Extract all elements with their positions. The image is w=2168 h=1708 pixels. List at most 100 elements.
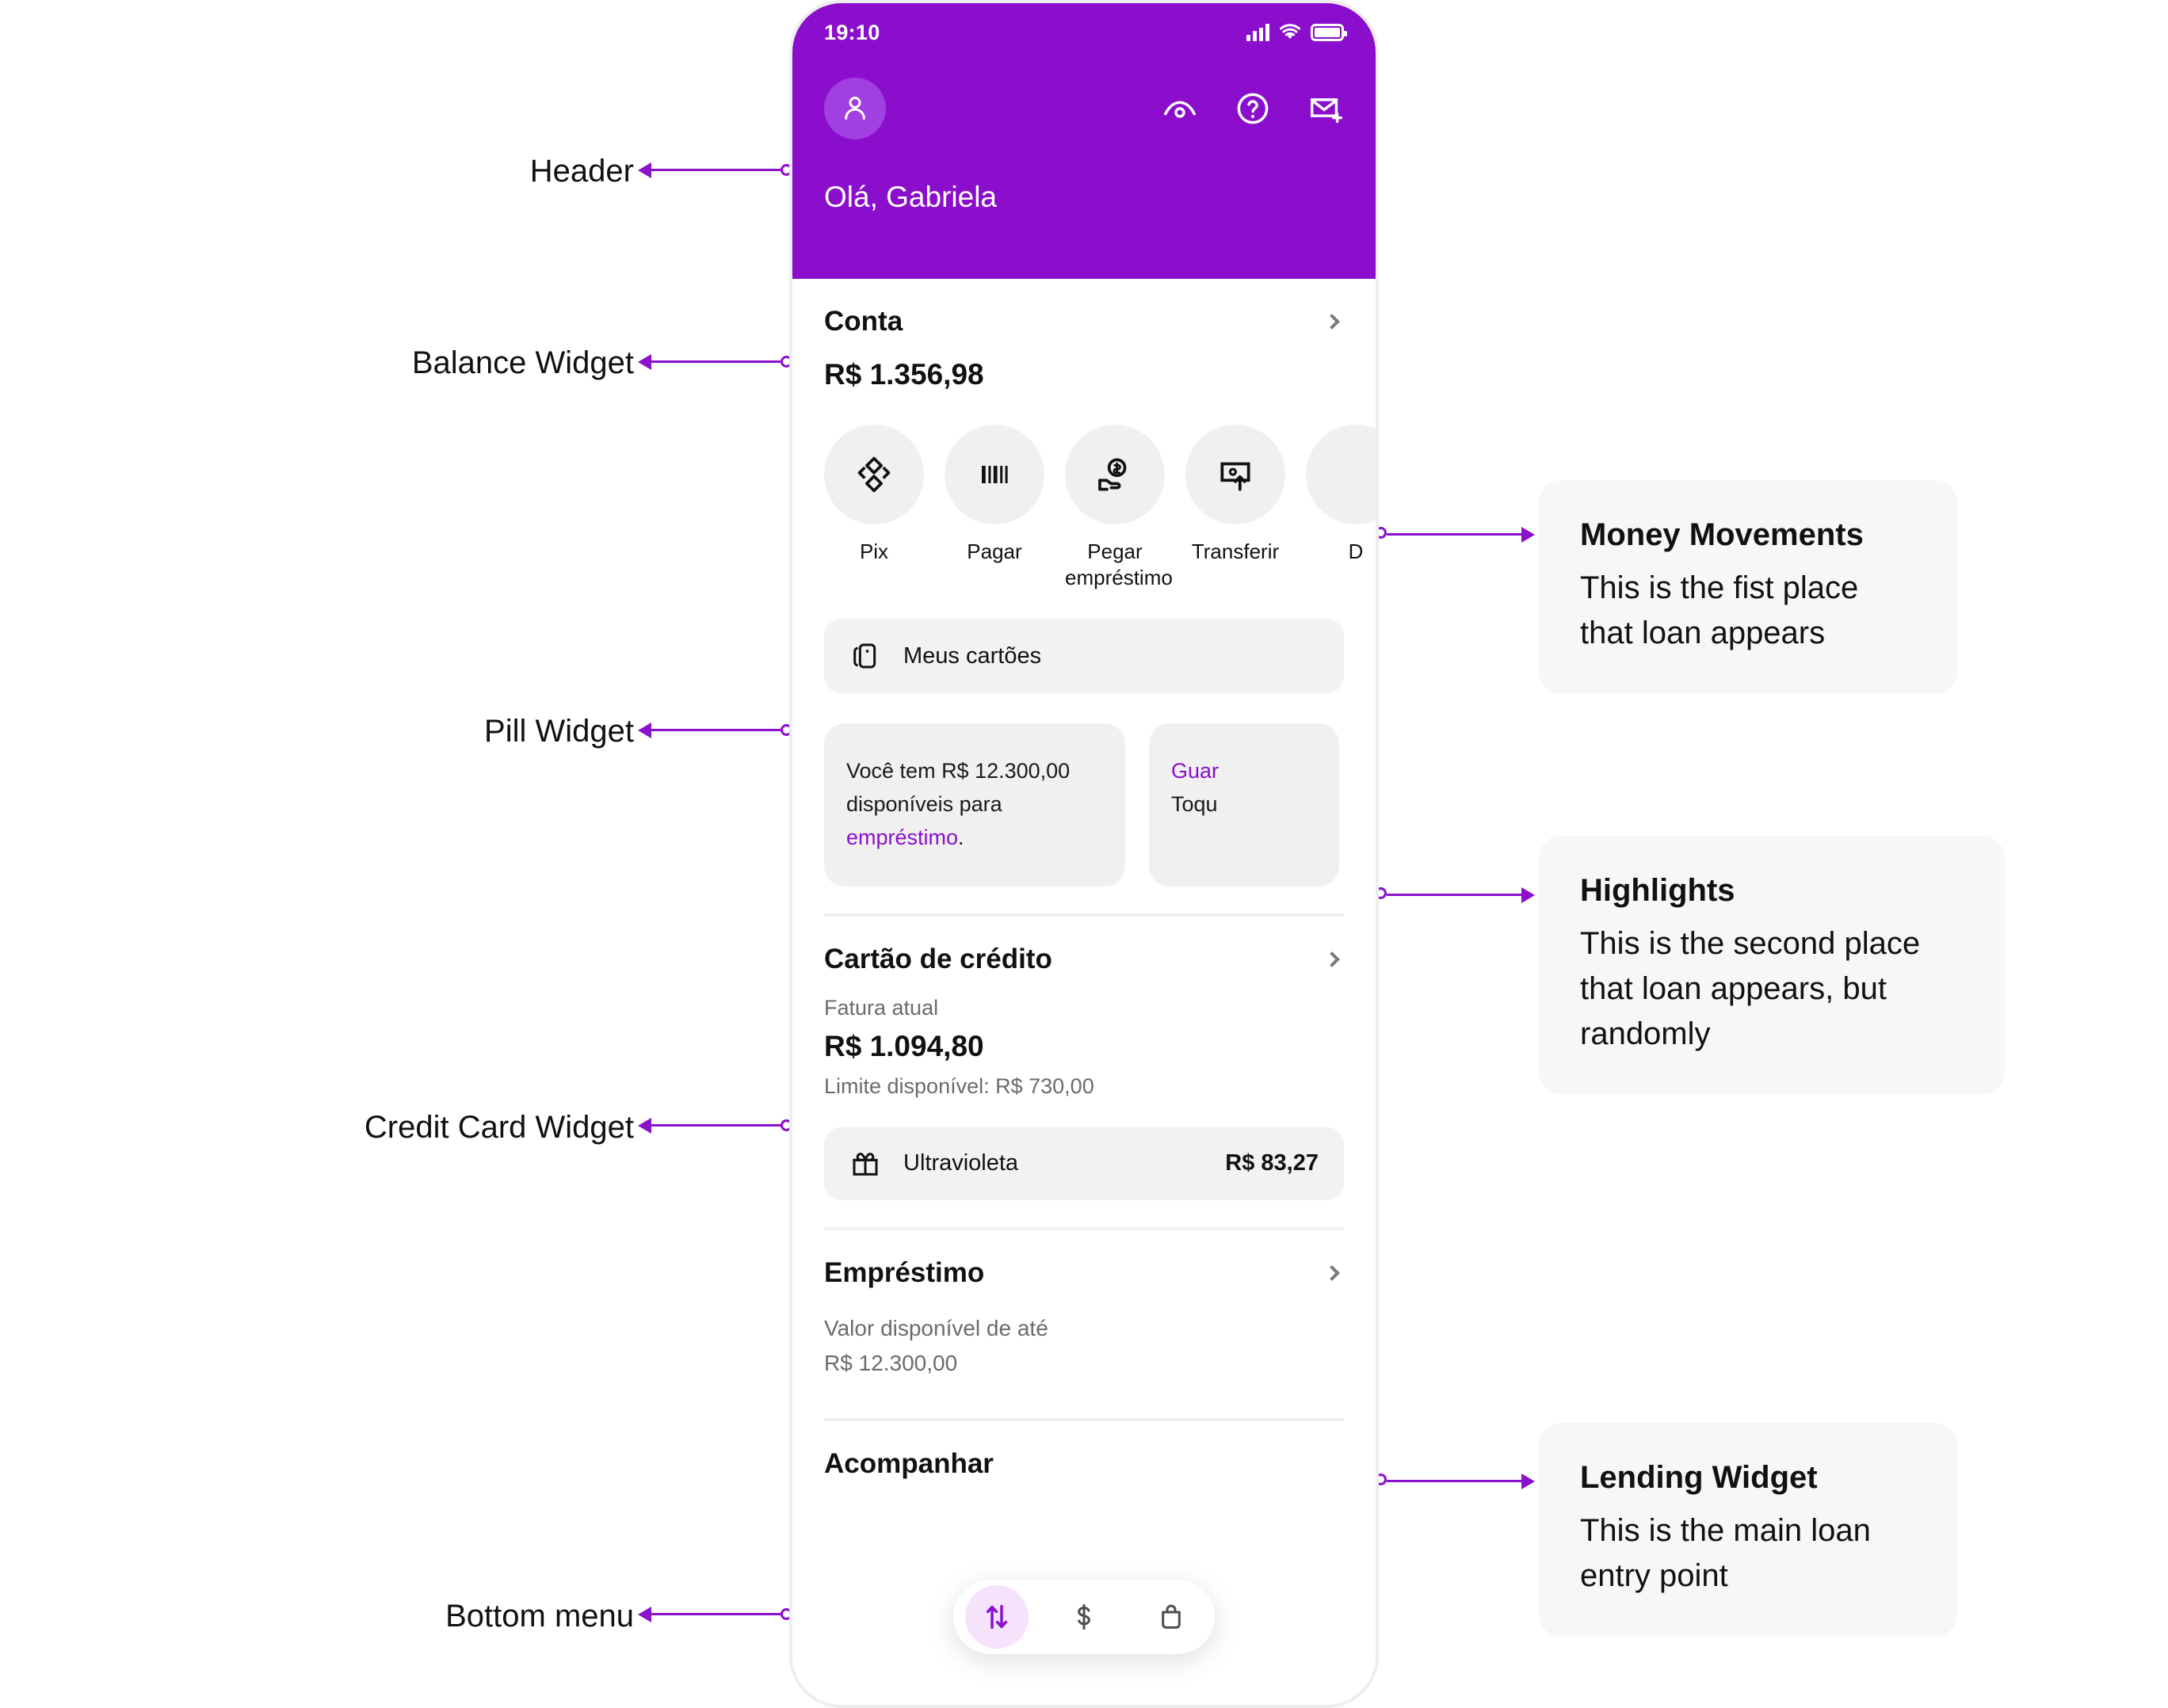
annotation-card-lending-widget: Lending Widget This is the main loan ent… [1539,1423,1957,1637]
annotation-line-pill-widget [650,729,786,731]
bottom-section-title: Acompanhar [824,1447,994,1479]
annotation-arrow-money-movements [1521,527,1535,543]
annotation-line-credit-card-widget [650,1124,786,1127]
credit-card-title: Cartão de crédito [824,943,1052,974]
annotation-card-body: This is the second place that loan appea… [1580,926,1921,1051]
highlights-carousel[interactable]: Você tem R$ 12.300,00 disponíveis para e… [824,723,1344,886]
credit-card-reward-value: R$ 83,27 [1225,1150,1319,1176]
annotation-label-header: Header [529,154,634,189]
credit-card-widget: Cartão de crédito Fatura atual R$ 1.094,… [792,917,1376,1230]
dollar-icon [1078,1603,1090,1630]
highlight-card-secondary[interactable]: Guar Toqu [1149,723,1339,886]
wifi-icon [1280,24,1300,40]
highlight-card-subtitle: Toqu [1171,791,1218,816]
eye-icon[interactable] [1162,90,1198,127]
person-avatar-icon [845,97,865,120]
pill-widget-label: Meus cartões [903,642,1042,669]
app-header: 19:10 Olá, Gabriela [792,3,1376,279]
account-header[interactable]: Conta [824,306,1344,337]
loan-header[interactable]: Empréstimo [824,1257,1344,1289]
annotation-card-highlights: Highlights This is the second place that… [1539,836,2005,1095]
transfer-up-icon [1220,462,1250,491]
annotation-line-lending-widget [1387,1480,1523,1482]
highlight-text-after: . [958,825,964,849]
credit-card-amount: R$ 1.094,80 [824,1029,984,1062]
annotation-card-body: This is the main loan entry point [1580,1513,1871,1593]
account-balance: R$ 1.356,98 [824,358,984,391]
lending-widget: Empréstimo Valor disponível de até R$ 12… [792,1230,1376,1421]
annotation-card-title: Lending Widget [1580,1460,1818,1495]
phone-mockup: 19:10 Olá, Gabriela Conta R$ 1.356,98 Pi… [789,0,1379,1708]
loan-subtitle-line2: R$ 12.300,00 [824,1351,958,1376]
status-bar: 19:10 [824,3,1347,62]
annotation-arrow-highlights [1521,887,1535,903]
gift-icon [853,1152,878,1176]
pix-diamond-icon [857,456,891,493]
annotation-arrow-lending-widget [1521,1474,1535,1489]
money-movement-circle [1306,425,1376,524]
balance-widget: Conta R$ 1.356,98 Pix Pagar Pegar emprés… [792,279,1376,917]
money-movement-circle [1065,425,1165,524]
bottom-section: Acompanhar [792,1421,1376,1480]
credit-card-subtitle: Fatura atual [824,995,939,1020]
annotation-line-bottom-menu [650,1613,786,1615]
money-movement-item-pegar-emprestimo[interactable]: Pegar empréstimo [1065,425,1173,590]
highlight-card-text: Você tem R$ 12.300,00 disponíveis para e… [846,755,1103,855]
header-row [824,78,1344,139]
annotation-card-title: Highlights [1580,873,1735,908]
battery-icon [1311,24,1347,41]
status-icons [1246,23,1347,42]
chevron-right-icon[interactable] [1324,951,1340,967]
money-movement-label: Pix [859,539,889,563]
annotation-card-title: Money Movements [1580,517,1864,552]
credit-card-limit: Limite disponível: R$ 730,00 [824,1073,1094,1098]
screenshot-stage: Header Balance Widget Pill Widget Credit… [0,0,2168,1708]
pill-widget-meus-cartoes[interactable]: Meus cartões [824,619,1344,693]
money-movement-circle [824,425,924,524]
annotation-line-balance-widget [650,360,786,363]
bottom-menu[interactable] [953,1580,1215,1654]
credit-card-reward-pill[interactable]: Ultravioleta R$ 83,27 [824,1127,1344,1200]
credit-card-header[interactable]: Cartão de crédito [824,944,1344,975]
money-movement-item-transferir[interactable]: Transferir [1185,425,1285,590]
header-icons [1162,90,1344,127]
annotation-line-money-movements [1387,533,1523,536]
loan-title: Empréstimo [824,1256,985,1288]
barcode-icon [982,466,1008,483]
nav-button-dollar[interactable] [1052,1585,1116,1649]
highlight-card-title: Guar [1171,759,1220,783]
highlight-text-link[interactable]: empréstimo [846,825,958,849]
money-movement-item-pix[interactable]: Pix [824,425,924,590]
avatar[interactable] [824,78,886,139]
cards-icon [853,643,876,669]
annotation-label-credit-card-widget: Credit Card Widget [364,1110,634,1145]
money-movement-item-depositar[interactable]: D [1306,425,1376,590]
money-movement-item-pagar[interactable]: Pagar [945,425,1044,590]
money-movement-label: D [1348,539,1364,563]
money-movement-label: Transferir [1191,539,1280,563]
nav-button-shop[interactable] [1139,1585,1203,1649]
annotation-card-body: This is the fist place that loan appears [1580,570,1859,650]
money-movement-circle [945,425,1044,524]
status-time: 19:10 [824,20,880,44]
cellular-signal-icon [1246,24,1269,41]
annotation-label-balance-widget: Balance Widget [411,345,634,380]
help-question-icon[interactable] [1235,90,1271,127]
mail-plus-icon[interactable] [1307,90,1344,127]
transactions-icon [986,1604,1008,1630]
chevron-right-icon[interactable] [1324,1264,1340,1281]
account-title: Conta [824,306,903,337]
money-movement-circle [1185,425,1285,524]
money-movements-row[interactable]: Pix Pagar Pegar empréstimo Transferir D [824,425,1376,590]
hand-money-icon [1098,458,1127,491]
nav-button-transactions[interactable] [965,1585,1029,1649]
money-movement-label: Pegar empréstimo [1065,539,1173,589]
credit-card-reward-name: Ultravioleta [903,1150,1019,1176]
annotation-line-highlights [1387,894,1523,896]
money-movement-label: Pagar [967,539,1022,563]
annotation-card-money-movements: Money Movements This is the fist place t… [1539,480,1957,694]
chevron-right-icon[interactable] [1324,314,1340,330]
shopping-bag-icon [1162,1604,1181,1629]
highlight-card-loan[interactable]: Você tem R$ 12.300,00 disponíveis para e… [824,723,1125,886]
loan-subtitle-line1: Valor disponível de até [824,1315,1048,1340]
